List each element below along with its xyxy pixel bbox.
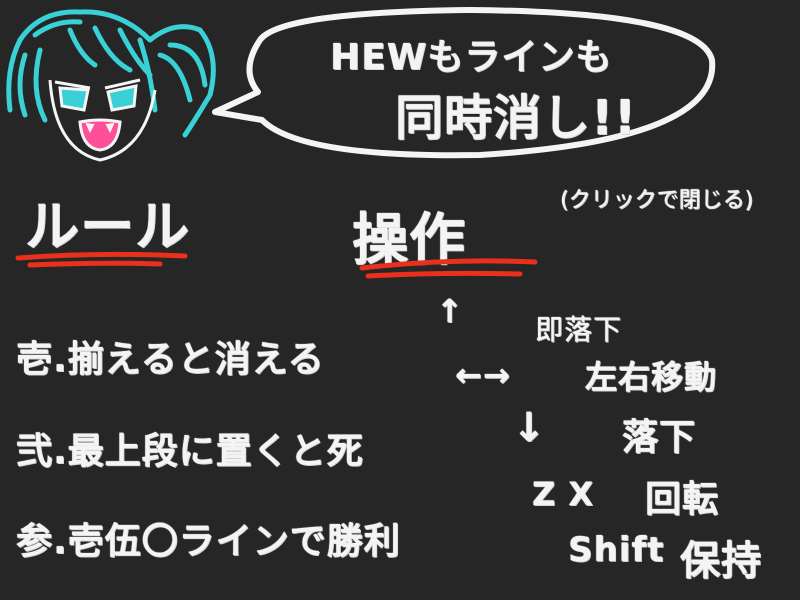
control-key-up: ↑	[436, 292, 464, 330]
control-key-rotate: Z X	[532, 475, 595, 513]
control-action-hard-drop: 即落下	[535, 313, 623, 346]
control-action-soft-drop: 落下	[622, 417, 697, 458]
rules-underline-2	[27, 260, 163, 268]
help-screen[interactable]: HEWもラインも 同時消し!! (クリックで閉じる) ルール 操作 壱.揃えると…	[0, 0, 800, 600]
control-key-left-right: ←→	[455, 356, 511, 394]
rules-underline	[15, 251, 188, 261]
control-action-rotate: 回転	[645, 479, 720, 520]
rule-item-2: 弐.最上段に置くと死	[16, 431, 364, 472]
control-key-hold: Shift	[568, 530, 665, 570]
control-action-move: 左右移動	[585, 358, 718, 396]
controls-underline-2	[365, 270, 523, 279]
rule-item-3: 参.壱伍〇ラインで勝利	[16, 521, 401, 562]
control-key-down: ↓	[512, 405, 547, 451]
rule-item-1: 壱.揃えると消える	[16, 339, 325, 380]
controls-underline	[359, 258, 538, 271]
control-action-hold: 保持	[680, 538, 762, 584]
